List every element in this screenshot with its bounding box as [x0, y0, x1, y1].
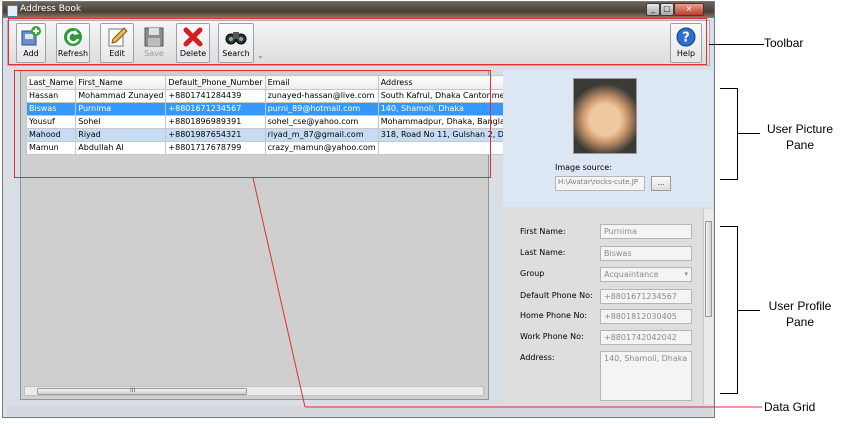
data-grid-annotation: Data Grid — [764, 400, 816, 414]
data-grid-callout-line — [252, 177, 762, 408]
